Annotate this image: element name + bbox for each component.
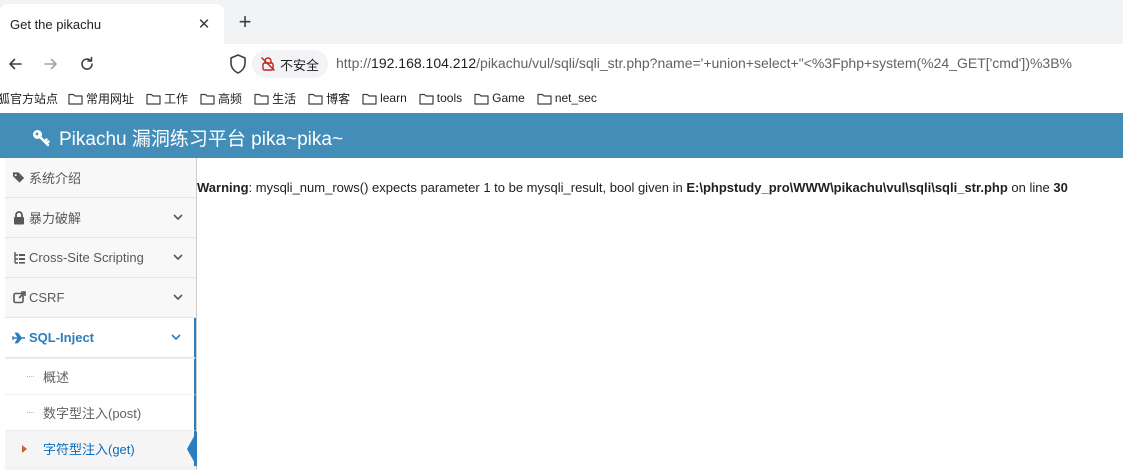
share-icon [12, 291, 26, 305]
sidebar-item-label: SQL-Inject [29, 330, 95, 345]
sidebar-item-label: 暴力破解 [29, 211, 82, 226]
bookmark-label: 生活 [272, 91, 297, 106]
tag-icon [12, 171, 26, 185]
folder-icon [537, 93, 552, 105]
warning-text-line: on line [1007, 180, 1054, 195]
url-scheme: http:// [336, 55, 372, 71]
folder-icon [308, 93, 323, 105]
folder-icon [419, 93, 434, 105]
chevron-down-icon [173, 214, 183, 221]
bookmark-label: 高频 [218, 91, 243, 106]
bookmark-label: 工作 [164, 91, 189, 106]
tab-title: Get the pikachu [10, 16, 102, 32]
bookmark-folder[interactable]: 工作 [146, 90, 188, 107]
sidebar-item-csrf[interactable]: CSRF [5, 278, 196, 318]
warning-text: : mysqli_num_rows() expects parameter 1 … [248, 180, 687, 195]
chevron-down-icon [171, 334, 181, 341]
bookmark-folder[interactable]: 常用网址 [68, 90, 134, 107]
bookmark-folder[interactable]: Game [474, 91, 525, 105]
sidebar-item-label: 系统介绍 [29, 171, 82, 186]
main-content: Warning: mysqli_num_rows() expects param… [197, 158, 1123, 470]
bookmark-label: 博客 [326, 91, 351, 106]
close-tab-icon[interactable]: ✕ [194, 14, 214, 34]
submenu-item-numeric-post[interactable]: 数字型注入(post) [5, 394, 196, 430]
folder-icon [254, 93, 269, 105]
reload-button[interactable] [75, 52, 99, 76]
folder-icon [68, 93, 83, 105]
sidebar-item-intro[interactable]: 系统介绍 [5, 158, 196, 198]
back-button[interactable] [3, 52, 27, 76]
submenu-item-string-get[interactable]: 字符型注入(get) [5, 430, 197, 467]
security-chip[interactable]: 不安全 [252, 50, 328, 78]
sidebar-item-label: Cross-Site Scripting [29, 250, 144, 265]
bookmarks-bar: 狐官方站点 常用网址 工作 高频 生活 博客 learn tools Game … [0, 84, 1123, 112]
chevron-down-icon [173, 254, 183, 261]
sidebar: 系统介绍 暴力破解 Cross-Site Scripting CSRF SQL-… [5, 158, 197, 470]
bookmark-folder[interactable]: tools [419, 91, 462, 105]
warning-file-path: E:\phpstudy_pro\WWW\pikachu\vul\sqli\sql… [686, 180, 1008, 195]
brand-link[interactable]: Pikachu 漏洞练习平台 pika~pika~ [31, 124, 343, 151]
bookmark-folder[interactable]: 高频 [200, 90, 242, 107]
bookmark-folder[interactable]: net_sec [537, 91, 597, 105]
folder-icon [146, 93, 161, 105]
url-host: 192.168.104.212 [371, 55, 477, 71]
bookmark-folder[interactable]: learn [362, 91, 407, 105]
forward-button[interactable] [39, 52, 63, 76]
arrow-left-icon [9, 58, 22, 70]
submenu-item-label: 数字型注入(post) [43, 406, 142, 421]
folder-icon [200, 93, 215, 105]
bookmark-folder[interactable]: 博客 [308, 90, 350, 107]
tree-dash [27, 412, 34, 413]
chevron-down-icon [173, 294, 183, 301]
caret-right-icon [22, 445, 27, 453]
address-bar[interactable]: http://192.168.104.212/pikachu/vul/sqli/… [336, 55, 1123, 71]
brand-title: Pikachu 漏洞练习平台 pika~pika~ [59, 129, 344, 150]
warning-line-number: 30 [1053, 180, 1068, 195]
insecure-lock-icon [261, 57, 275, 71]
reload-icon [81, 56, 93, 70]
sidebar-item-brute-force[interactable]: 暴力破解 [5, 198, 196, 238]
page-header: Pikachu 漏洞练习平台 pika~pika~ [0, 113, 1123, 158]
sidebar-item-sql-inject[interactable]: SQL-Inject [5, 318, 196, 358]
plane-icon [12, 331, 26, 345]
warning-label: Warning [197, 180, 249, 195]
url-path: /pikachu/vul/sqli/sqli_str.php?name='+un… [476, 55, 1072, 71]
browser-tab[interactable]: Get the pikachu ✕ [0, 4, 224, 44]
folder-icon [362, 93, 377, 105]
bookmark-label: 常用网址 [86, 91, 135, 106]
tab-strip: Get the pikachu ✕ + [0, 0, 1123, 44]
lock-icon [12, 210, 26, 225]
submenu-item-overview[interactable]: 概述 [5, 358, 196, 394]
bookmark-label: learn [380, 91, 407, 105]
tree-dash [27, 376, 34, 377]
browser-toolbar: 不安全 http://192.168.104.212/pikachu/vul/s… [0, 44, 1123, 84]
bookmark-item[interactable]: 狐官方站点 [0, 90, 58, 107]
new-tab-button[interactable]: + [233, 10, 257, 34]
shield-icon[interactable] [228, 53, 248, 75]
bookmark-folder[interactable]: 生活 [254, 90, 296, 107]
submenu-item-label: 字符型注入(get) [43, 442, 135, 457]
php-warning-message: Warning: mysqli_num_rows() expects param… [197, 180, 1068, 195]
list-icon [12, 251, 26, 265]
folder-icon [474, 93, 489, 105]
key-icon [33, 129, 50, 146]
sidebar-item-label: CSRF [29, 290, 65, 305]
security-label: 不安全 [280, 57, 320, 73]
bookmark-label: net_sec [554, 91, 597, 105]
bookmark-label: 狐官方站点 [0, 91, 59, 106]
bookmark-label: Game [492, 91, 525, 105]
sql-inject-submenu: 概述 数字型注入(post) 字符型注入(get) [5, 358, 197, 467]
arrow-right-icon [44, 58, 57, 70]
active-indicator-arrow [187, 431, 197, 467]
bookmark-label: tools [436, 91, 463, 105]
sidebar-item-xss[interactable]: Cross-Site Scripting [5, 238, 196, 278]
submenu-item-label: 概述 [43, 370, 70, 385]
